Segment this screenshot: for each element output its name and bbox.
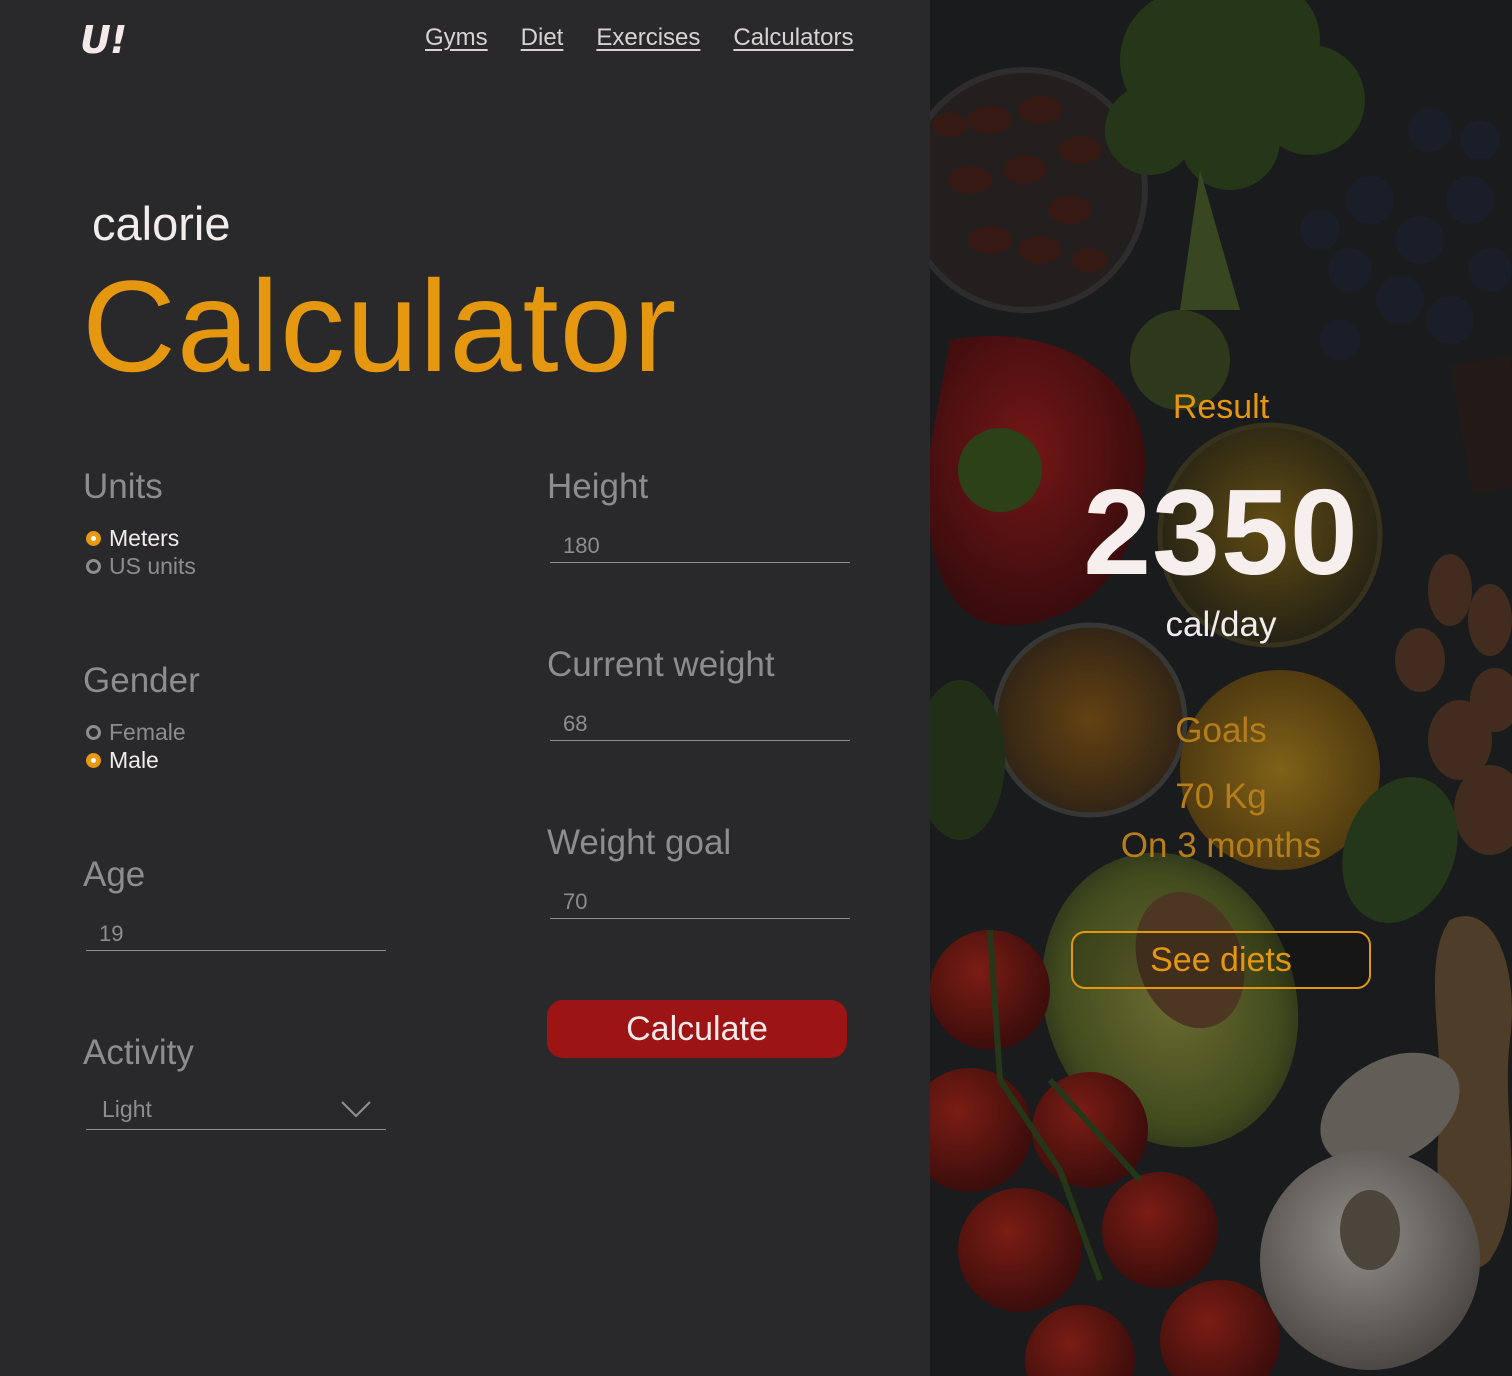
current-weight-label: Current weight <box>547 645 775 684</box>
gender-option-male[interactable]: Male <box>86 746 186 774</box>
units-option-label: US units <box>109 552 196 579</box>
nav-link-exercises[interactable]: Exercises <box>596 24 700 52</box>
nav-link-diet[interactable]: Diet <box>521 24 564 52</box>
calculate-button[interactable]: Calculate <box>547 1000 847 1058</box>
radio-checked-icon[interactable] <box>86 752 101 768</box>
result-value: 2350 <box>1083 464 1359 600</box>
height-field-wrapper <box>550 523 850 563</box>
nav-link-calculators[interactable]: Calculators <box>733 24 853 52</box>
age-label: Age <box>83 855 146 894</box>
image-dark-overlay <box>930 0 1512 1376</box>
gender-option-label: Male <box>109 746 159 773</box>
radio-checked-icon[interactable] <box>86 530 101 546</box>
goals-title: Goals <box>1175 711 1267 750</box>
age-input[interactable] <box>86 911 386 950</box>
age-field-wrapper <box>86 911 386 951</box>
top-nav: Gyms Diet Exercises Calculators <box>425 24 853 52</box>
goal-time: On 3 months <box>1120 826 1322 865</box>
result-unit: cal/day <box>1165 605 1277 644</box>
height-label: Height <box>547 467 649 506</box>
gender-label: Gender <box>83 661 200 700</box>
radio-unchecked-icon[interactable] <box>86 558 101 574</box>
chevron-down-icon <box>341 1101 371 1118</box>
gender-option-label: Female <box>109 718 186 745</box>
form-panel: U! Gyms Diet Exercises Calculators calor… <box>0 0 930 1376</box>
weight-goal-field-wrapper <box>550 879 850 919</box>
result-panel: Result 2350 cal/day Goals 70 Kg On 3 mon… <box>930 0 1512 1376</box>
units-label: Units <box>83 467 163 506</box>
logo[interactable]: U! <box>80 18 127 62</box>
current-weight-field-wrapper <box>550 701 850 741</box>
gender-option-female[interactable]: Female <box>86 718 186 746</box>
nav-link-gyms[interactable]: Gyms <box>425 24 488 52</box>
weight-goal-label: Weight goal <box>547 823 732 862</box>
page-title: Calculator <box>82 253 678 399</box>
see-diets-button[interactable]: See diets <box>1071 931 1371 989</box>
activity-label: Activity <box>83 1033 194 1072</box>
units-option-meters[interactable]: Meters <box>86 524 196 552</box>
units-option-label: Meters <box>109 524 180 551</box>
result-title: Result <box>1172 388 1270 426</box>
weight-goal-input[interactable] <box>550 879 850 918</box>
units-radio-group: Meters US units <box>86 524 196 580</box>
radio-unchecked-icon[interactable] <box>86 724 101 740</box>
page-eyebrow: calorie <box>92 197 231 250</box>
height-input[interactable] <box>550 523 850 562</box>
units-option-us[interactable]: US units <box>86 552 196 580</box>
current-weight-input[interactable] <box>550 701 850 740</box>
goal-weight: 70 Kg <box>1175 777 1267 816</box>
gender-radio-group: Female Male <box>86 718 186 774</box>
calorie-calculator-page: U! Gyms Diet Exercises Calculators calor… <box>0 0 1512 1376</box>
activity-select[interactable]: Light <box>86 1090 386 1130</box>
activity-selected-value: Light <box>102 1096 152 1122</box>
